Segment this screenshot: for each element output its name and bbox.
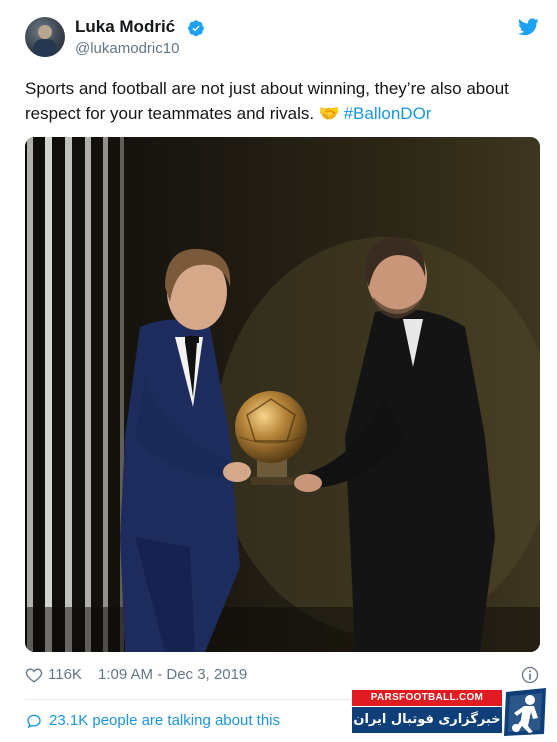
tweet-card: Luka Modrić @lukamodric10 Sports and foo… (0, 0, 557, 742)
tweet-timestamp[interactable]: 1:09 AM - Dec 3, 2019 (98, 666, 247, 683)
photo-scene (25, 137, 540, 652)
tweet-stats: 116K 1:09 AM - Dec 3, 2019 (25, 664, 540, 686)
hashtag-link[interactable]: #BallonDOr (344, 104, 432, 123)
parsfootball-logo-icon (504, 688, 546, 736)
like-count[interactable]: 116K (48, 666, 82, 683)
author-avatar[interactable] (25, 17, 65, 57)
twitter-bird-icon[interactable] (518, 18, 539, 36)
parsfootball-watermark: PARSFOOTBALL.COM خبرگزاری فوتبال ایران (352, 686, 557, 742)
author-handle[interactable]: @lukamodric10 (75, 40, 179, 57)
tweet-photo[interactable] (25, 137, 540, 652)
handshake-emoji-icon: 🤝 (318, 104, 341, 123)
author-display-name[interactable]: Luka Modrić (75, 17, 175, 37)
watermark-tagline: خبرگزاری فوتبال ایران (352, 707, 502, 733)
verified-badge-icon (188, 20, 204, 37)
speech-bubble-icon (27, 714, 41, 729)
info-icon[interactable] (520, 665, 540, 685)
heart-icon[interactable] (25, 666, 43, 684)
tweet-text: Sports and football are not just about w… (25, 76, 540, 126)
watermark-site: PARSFOOTBALL.COM (352, 690, 502, 706)
tweet-body: Sports and football are not just about w… (25, 79, 509, 123)
conversation-count[interactable]: 23.1K people are talking about this (49, 712, 280, 729)
